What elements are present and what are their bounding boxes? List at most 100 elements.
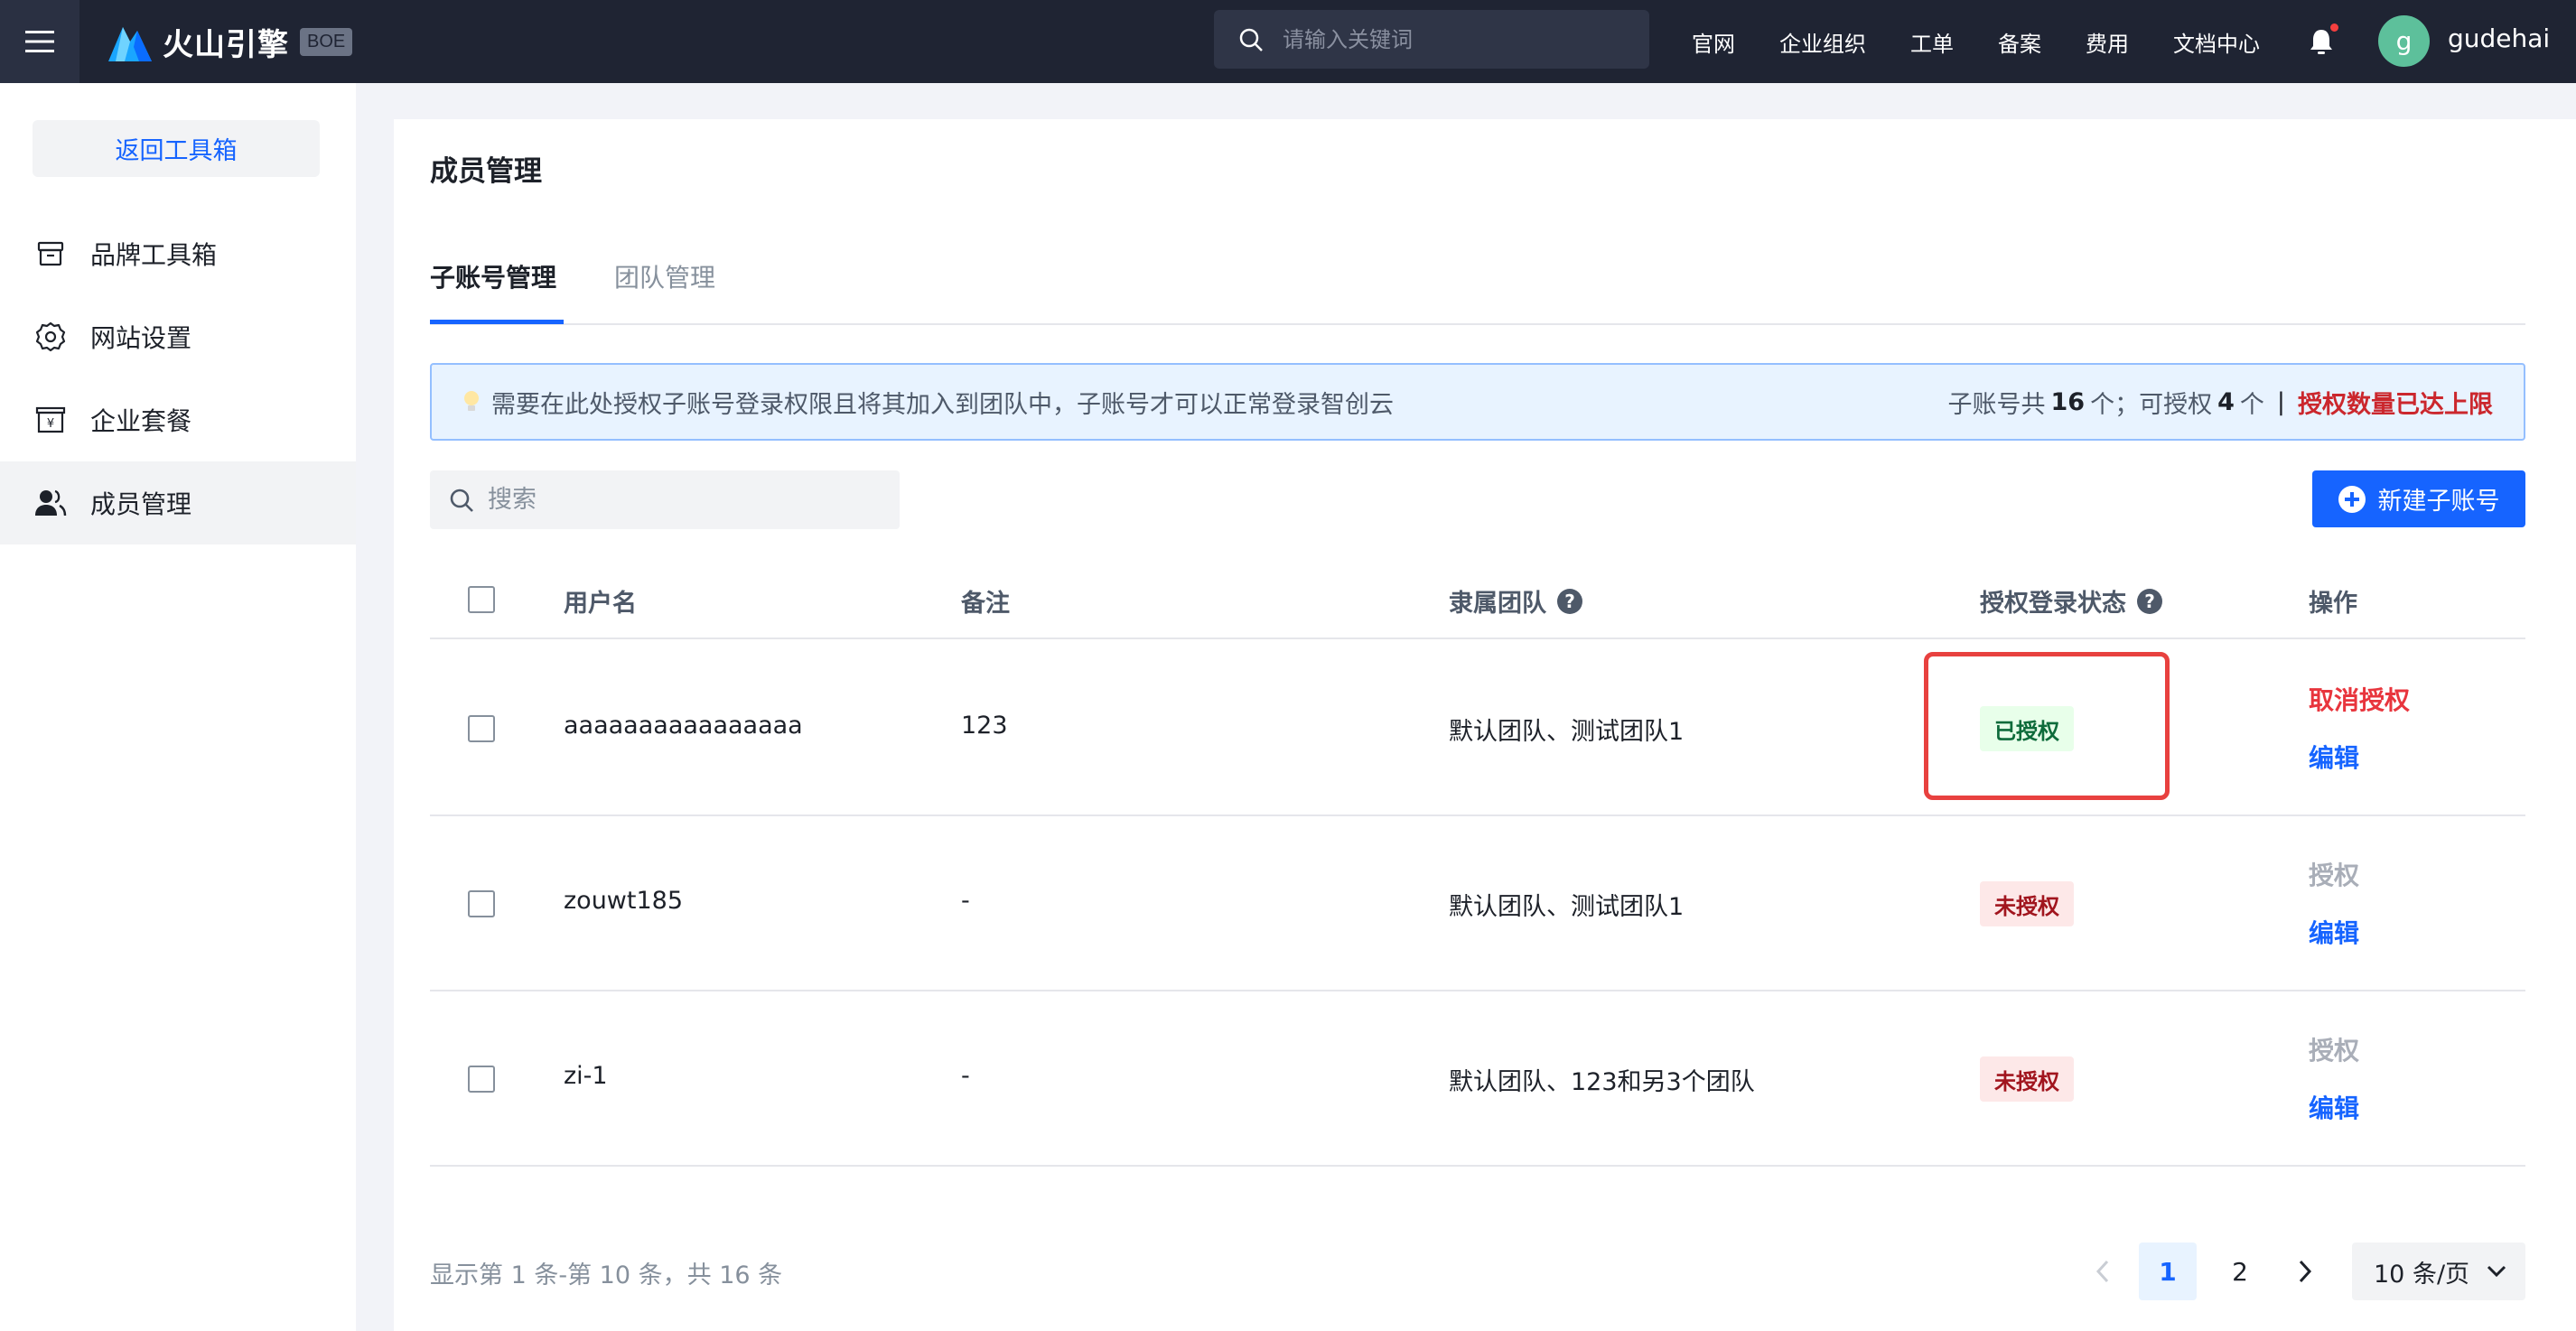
page-title: 成员管理 [430, 155, 542, 188]
select-all-checkbox[interactable] [468, 586, 495, 613]
page-2-button[interactable]: 2 [2211, 1243, 2269, 1300]
cell-username: zi-1 [564, 1062, 608, 1090]
total-suffix: 个；可授权 [2090, 390, 2213, 419]
column-header-label: 隶属团队 [1449, 590, 1546, 618]
new-sub-account-label: 新建子账号 [2377, 488, 2500, 516]
tab-sub-accounts[interactable]: 子账号管理 [430, 258, 556, 294]
new-sub-account-button[interactable]: 新建子账号 [2312, 470, 2525, 527]
help-icon[interactable]: ? [1557, 588, 1582, 614]
sidebar-item-enterprise-plan[interactable]: ¥ 企业套餐 [0, 378, 356, 461]
page-1-button[interactable]: 1 [2139, 1243, 2197, 1300]
separator: | [2276, 387, 2285, 416]
cell-username: aaaaaaaaaaaaaaaa [564, 712, 803, 740]
highlight-box [1924, 652, 2170, 800]
status-badge-unauthorized: 未授权 [1980, 1056, 2074, 1102]
column-header-actions: 操作 [2309, 590, 2357, 618]
chevron-left-icon [2095, 1260, 2109, 1283]
gear-icon [33, 319, 69, 355]
auth-count: 4 [2217, 387, 2235, 416]
brand-name: 火山引擎 [163, 26, 289, 63]
grant-auth-link-disabled[interactable]: 授权 [2309, 856, 2359, 892]
nav-link-organization[interactable]: 企业组织 [1779, 26, 1866, 58]
active-tab-indicator [430, 320, 564, 324]
tab-teams[interactable]: 团队管理 [614, 258, 715, 294]
table-row: zi-1 - 默认团队、123和另3个团队 未授权 授权 编辑 [430, 991, 2525, 1167]
search-icon [1239, 28, 1263, 51]
back-to-toolbox-button[interactable]: 返回工具箱 [33, 120, 320, 177]
table-row: aaaaaaaaaaaaaaaa 123 默认团队、测试团队1 已授权 取消授权… [430, 641, 2525, 816]
total-prefix: 子账号共 [1947, 390, 2046, 419]
chevron-right-icon [2299, 1260, 2312, 1283]
username[interactable]: gudehai [2448, 23, 2550, 53]
info-alert: 需要在此处授权子账号登录权限且将其加入到团队中，子账号才可以正常登录智创云 子账… [430, 363, 2525, 441]
sidebar-item-label: 成员管理 [90, 489, 192, 519]
edit-link[interactable]: 编辑 [2309, 914, 2359, 950]
sidebar-item-brand-toolbox[interactable]: 品牌工具箱 [0, 212, 356, 295]
row-checkbox[interactable] [468, 715, 495, 742]
volcano-logo-icon [108, 27, 152, 61]
main-card: 成员管理 子账号管理 团队管理 需要在此处授权子账号登录权限且将其加入到团队中，… [394, 119, 2576, 1331]
brand-logo[interactable]: 火山引擎 BOE [107, 18, 353, 65]
cell-team: 默认团队、123和另3个团队 [1449, 1068, 1755, 1096]
nav-link-filing[interactable]: 备案 [1998, 26, 2041, 58]
env-badge: BOE [300, 27, 353, 56]
nav-link-official-site[interactable]: 官网 [1692, 26, 1735, 58]
notification-dot [2330, 23, 2338, 32]
column-header-team: 隶属团队 ? [1449, 583, 1582, 619]
page-size-value: 10 条/页 [2374, 1260, 2470, 1289]
column-header-label: 授权登录状态 [1980, 590, 2126, 618]
row-checkbox[interactable] [468, 1066, 495, 1093]
limit-reached-text: 授权数量已达上限 [2298, 390, 2493, 419]
nav-link-tickets[interactable]: 工单 [1910, 26, 1954, 58]
alert-message: 需要在此处授权子账号登录权限且将其加入到团队中，子账号才可以正常登录智创云 [491, 390, 1394, 419]
pagination-summary: 显示第 1 条-第 10 条，共 16 条 [430, 1261, 783, 1289]
chevron-down-icon [2487, 1265, 2506, 1278]
top-nav: 官网 企业组织 工单 备案 费用 文档中心 [1692, 0, 2304, 83]
cell-note: - [961, 887, 970, 915]
plus-circle-icon [2338, 485, 2366, 513]
svg-text:¥: ¥ [47, 417, 54, 431]
help-icon[interactable]: ? [2137, 588, 2162, 614]
sidebar-item-label: 品牌工具箱 [90, 240, 218, 270]
top-bar: 火山引擎 BOE 官网 企业组织 工单 备案 费用 文档中心 g gudehai [0, 0, 2576, 83]
sidebar-item-label: 网站设置 [90, 323, 192, 353]
global-search-input[interactable] [1283, 26, 1626, 52]
cell-note: 123 [961, 712, 1008, 740]
prev-page-button[interactable] [2081, 1243, 2124, 1300]
cell-username: zouwt185 [564, 887, 684, 915]
sidebar-item-site-settings[interactable]: 网站设置 [0, 295, 356, 378]
column-header-note: 备注 [961, 590, 1010, 618]
revoke-auth-link[interactable]: 取消授权 [2309, 681, 2410, 717]
edit-link[interactable]: 编辑 [2309, 1089, 2359, 1125]
avatar[interactable]: g [2378, 15, 2430, 67]
edit-link[interactable]: 编辑 [2309, 739, 2359, 775]
table-header: 用户名 备注 隶属团队 ? 授权登录状态 ? 操作 [430, 560, 2525, 639]
status-badge-unauthorized: 未授权 [1980, 881, 2074, 926]
table-row: zouwt185 - 默认团队、测试团队1 未授权 授权 编辑 [430, 816, 2525, 991]
tabs-divider [430, 323, 2525, 325]
nav-link-billing[interactable]: 费用 [2086, 26, 2129, 58]
cell-team: 默认团队、测试团队1 [1449, 893, 1685, 921]
lightbulb-icon [464, 391, 479, 411]
sidebar: 返回工具箱 品牌工具箱 网站设置 ¥ 企业套餐 成员管理 [0, 83, 356, 1331]
users-icon [33, 485, 69, 521]
cell-team: 默认团队、测试团队1 [1449, 718, 1685, 746]
member-search-input[interactable] [488, 486, 885, 514]
hamburger-icon [25, 31, 54, 52]
cell-note: - [961, 1062, 970, 1090]
total-count: 16 [2050, 387, 2086, 416]
auth-suffix: 个 [2239, 390, 2264, 419]
sidebar-item-label: 企业套餐 [90, 406, 192, 436]
page-size-select[interactable]: 10 条/页 [2352, 1243, 2525, 1300]
row-checkbox[interactable] [468, 890, 495, 917]
menu-toggle-button[interactable] [0, 0, 79, 83]
column-header-auth-status: 授权登录状态 ? [1980, 583, 2162, 619]
grant-auth-link-disabled[interactable]: 授权 [2309, 1031, 2359, 1067]
global-search-box[interactable] [1214, 10, 1649, 69]
next-page-button[interactable] [2283, 1243, 2327, 1300]
nav-link-docs[interactable]: 文档中心 [2173, 26, 2260, 58]
member-search-box[interactable] [430, 470, 900, 529]
column-header-username: 用户名 [564, 590, 637, 618]
sidebar-item-member-management[interactable]: 成员管理 [0, 461, 356, 544]
search-icon [450, 489, 473, 512]
